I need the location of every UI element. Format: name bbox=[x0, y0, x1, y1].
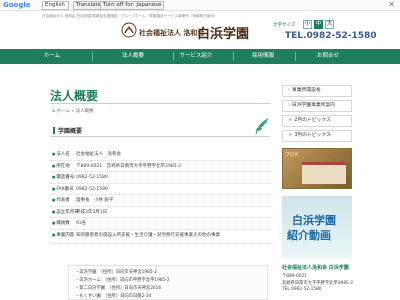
sidebar-link-topics-mar[interactable]: 3月のトピックス bbox=[282, 130, 352, 142]
sidebar-org-name: 社会福祉法人洛和会 白浜学園 bbox=[282, 265, 349, 271]
font-size-large-button[interactable]: 大 bbox=[325, 20, 334, 29]
row-value: 0982-52-1599 bbox=[76, 186, 108, 192]
language-select[interactable]: English bbox=[42, 1, 69, 10]
row-value: 社会福祉法人 洛和会 bbox=[76, 152, 121, 157]
row-label: 法人名 bbox=[52, 149, 70, 160]
building-image bbox=[302, 162, 346, 184]
title-divider bbox=[50, 103, 270, 104]
row-value: 93名 bbox=[76, 221, 87, 226]
leaf-decoration-icon bbox=[255, 118, 269, 135]
facility-list: ・白浜学園 （住所）日向市天神宮1985-2 ・白浜ホーム （住所）日向市平野字… bbox=[68, 265, 268, 300]
list-item: ・白浜ホーム （住所）日向市平野字北平1985-2 bbox=[75, 278, 170, 283]
nav-services[interactable]: サービス紹介 bbox=[166, 49, 226, 64]
table-row: 代表者 理事長 小林 鋭子 bbox=[50, 195, 272, 207]
breadcrumb-current: 法人概要 bbox=[75, 109, 94, 114]
row-label: 職員数 bbox=[52, 218, 70, 229]
font-size-label: 文字サイズ bbox=[273, 23, 296, 28]
sidebar-link-guide[interactable]: 白浜学園事業所案内 bbox=[282, 100, 352, 112]
table-row: FAX番号0982-52-1599 bbox=[50, 184, 272, 195]
nav-about[interactable]: 法人概要 bbox=[103, 49, 163, 64]
list-item: ・白浜学園 （住所）日向市天神宮1985-2 bbox=[75, 270, 157, 275]
row-value: 0982-52-1580 bbox=[76, 175, 108, 180]
nav-recruit[interactable]: 採用情報 bbox=[233, 49, 293, 64]
nav-contact[interactable]: お問合せ bbox=[298, 49, 358, 64]
intro-video-banner[interactable]: 白浜学園 紹介動画 bbox=[282, 196, 352, 258]
row-label: 代表者 bbox=[52, 195, 70, 206]
section-header: 学園概要 bbox=[50, 125, 270, 137]
google-translate-bar: Google English Translate Turn off for: J… bbox=[0, 0, 400, 11]
table-row: 電話番号0982-52-1580 bbox=[50, 172, 272, 184]
page-title: 法人概要 bbox=[50, 89, 99, 103]
row-label: FAX番号 bbox=[52, 184, 73, 195]
table-row: 事業内容知的障害者の施設入所支援・生活介護・就労移行支援事業その他の事業 bbox=[50, 230, 272, 244]
info-table: 法人名 社会福祉法人 洛和会 所在地〒889-0021 宮崎県日南市大字平野字北平… bbox=[50, 149, 272, 244]
site-tagline: 社会福祉法人 洛和会 白浜学園 障害者支援施設・グループホーム・障害福祉サービス… bbox=[42, 14, 218, 18]
breadcrumb-home[interactable]: ホーム bbox=[57, 109, 70, 114]
section-title: 学園概要 bbox=[58, 128, 83, 135]
sidebar-address: 宮崎県日南市大字平野字北平2985-2 bbox=[282, 281, 354, 286]
google-logo: Google bbox=[3, 1, 31, 9]
row-value: 理事長 小林 鋭子 bbox=[76, 198, 114, 203]
sidebar-postal: 〒889-0021 bbox=[282, 274, 307, 279]
row-value: 平成3年3月1日 bbox=[76, 209, 108, 215]
home-icon: ⌂ bbox=[52, 108, 56, 114]
table-row: 所在地〒889-0021 宮崎県日南市大字平野字北平2985-2 bbox=[50, 161, 272, 172]
nav-home[interactable]: ホーム bbox=[22, 49, 82, 64]
row-value: 知的障害者の施設入所支援・生活介護・就労移行支援事業その他の事業 bbox=[76, 232, 220, 238]
font-size-small-button[interactable]: 小 bbox=[303, 20, 312, 29]
sidebar-link-director[interactable]: 事業所開設長 bbox=[282, 85, 352, 97]
list-item: ・もくせい園 （住所）日向市日蔭2-34 bbox=[75, 294, 152, 299]
list-item: ・第二白浜学園 （住所）日向市天神宮2016 bbox=[75, 286, 162, 291]
logo-icon bbox=[121, 22, 137, 38]
row-label: 設立年月日 bbox=[52, 207, 79, 218]
section-marker bbox=[53, 127, 55, 134]
sidebar-phone: TEL 0982-52-1580 bbox=[282, 287, 322, 292]
row-label: 電話番号 bbox=[52, 172, 74, 183]
close-icon[interactable]: ✕ bbox=[388, 0, 395, 9]
org-name-small: 社会福祉法人 洛和会 bbox=[139, 29, 205, 37]
video-banner-subtitle: 紹介動画 bbox=[287, 229, 331, 242]
row-label: 事業内容 bbox=[52, 230, 74, 241]
header-phone-number: TEL.0982-52-1580 bbox=[285, 31, 377, 41]
org-name-big[interactable]: 白浜学園 bbox=[197, 23, 249, 42]
nav-divider bbox=[295, 52, 296, 61]
main-nav: ホーム 法人概要 サービス紹介 採用情報 お問合せ bbox=[0, 49, 400, 64]
blog-banner[interactable]: ブログ bbox=[282, 148, 352, 189]
font-size-medium-button[interactable]: 中 bbox=[314, 20, 323, 29]
row-value: 〒889-0021 宮崎県日南市大字平野字北平2985-2 bbox=[76, 163, 182, 169]
turn-off-button[interactable]: Turn off for: Japanese bbox=[100, 1, 165, 10]
row-label: 所在地 bbox=[52, 161, 70, 172]
nav-divider bbox=[92, 52, 93, 61]
blog-banner-label: ブログ bbox=[285, 153, 299, 158]
video-banner-title: 白浜学園 bbox=[292, 214, 336, 227]
table-row: 職員数 93名 bbox=[50, 218, 272, 230]
sidebar-link-topics-feb[interactable]: 2月のトピックス bbox=[282, 115, 352, 127]
header-phone: TEL.0982-52-1580 bbox=[285, 31, 377, 41]
table-row: 設立年月日平成3年3月1日 bbox=[50, 207, 272, 218]
breadcrumb: ⌂ ホーム » 法人概要 bbox=[52, 108, 94, 114]
table-row: 法人名 社会福祉法人 洛和会 bbox=[50, 149, 272, 161]
